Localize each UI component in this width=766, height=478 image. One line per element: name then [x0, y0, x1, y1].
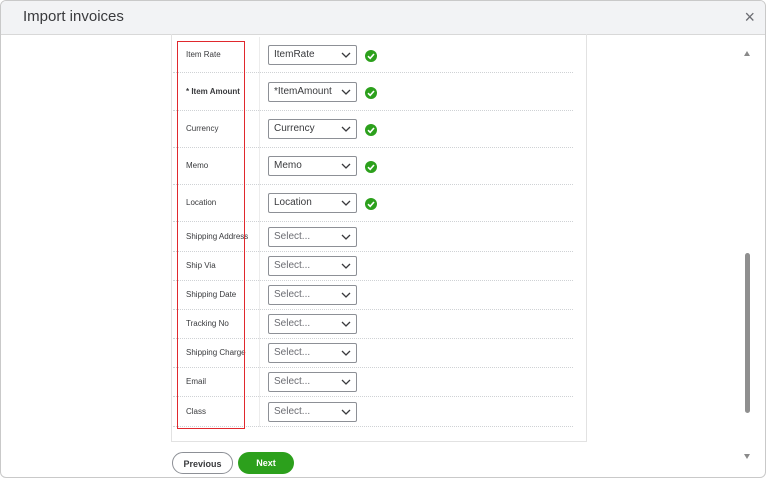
close-icon[interactable]: × [744, 7, 755, 28]
chevron-down-icon [341, 291, 351, 299]
chevron-down-icon [341, 320, 351, 328]
select-value: Select... [274, 376, 311, 387]
scrollbar-thumb[interactable] [745, 253, 750, 413]
chevron-down-icon [341, 88, 351, 96]
column-select[interactable]: Select... [268, 226, 357, 247]
column-select[interactable]: Location [268, 193, 357, 213]
highlight-box [177, 41, 245, 429]
column-select[interactable]: *ItemAmount [268, 81, 357, 102]
chevron-down-icon [341, 199, 351, 207]
select-value: Select... [274, 289, 311, 300]
select-value: Location [274, 197, 312, 208]
chevron-down-icon [341, 233, 351, 241]
next-button[interactable]: Next [238, 452, 294, 474]
column-select[interactable]: Currency [268, 119, 357, 139]
select-value: Select... [274, 347, 311, 358]
check-circle-icon [365, 49, 377, 62]
chevron-down-icon [341, 51, 351, 59]
select-value: Currency [274, 123, 315, 134]
scroll-up-icon[interactable] [744, 51, 750, 56]
column-select[interactable]: ItemRate [268, 44, 357, 65]
chevron-down-icon [341, 408, 351, 416]
check-circle-icon [365, 123, 377, 136]
select-value: Select... [274, 318, 311, 329]
dialog-title: Import invoices [23, 8, 124, 25]
dialog-header: Import invoices × [1, 1, 765, 35]
column-select[interactable]: Select... [268, 314, 357, 334]
check-circle-icon [365, 86, 377, 99]
column-select[interactable]: Select... [268, 372, 357, 392]
previous-button[interactable]: Previous [172, 452, 233, 474]
scroll-down-icon[interactable] [744, 454, 750, 459]
chevron-down-icon [341, 125, 351, 133]
select-value: Select... [274, 405, 311, 417]
column-select[interactable]: Select... [268, 343, 357, 363]
select-value: *ItemAmount [274, 85, 332, 97]
import-invoices-dialog: Import invoices × Item Rate ItemRate * Ite… [0, 0, 766, 478]
column-select[interactable]: Memo [268, 156, 357, 176]
select-value: Select... [274, 260, 311, 271]
column-select[interactable]: Select... [268, 285, 357, 305]
check-circle-icon [365, 197, 377, 210]
chevron-down-icon [341, 349, 351, 357]
check-circle-icon [365, 160, 377, 173]
select-value: ItemRate [274, 48, 315, 60]
column-select[interactable]: Select... [268, 401, 357, 422]
column-select[interactable]: Select... [268, 256, 357, 276]
select-value: Memo [274, 160, 302, 171]
chevron-down-icon [341, 378, 351, 386]
chevron-down-icon [341, 162, 351, 170]
chevron-down-icon [341, 262, 351, 270]
select-value: Select... [274, 230, 311, 242]
